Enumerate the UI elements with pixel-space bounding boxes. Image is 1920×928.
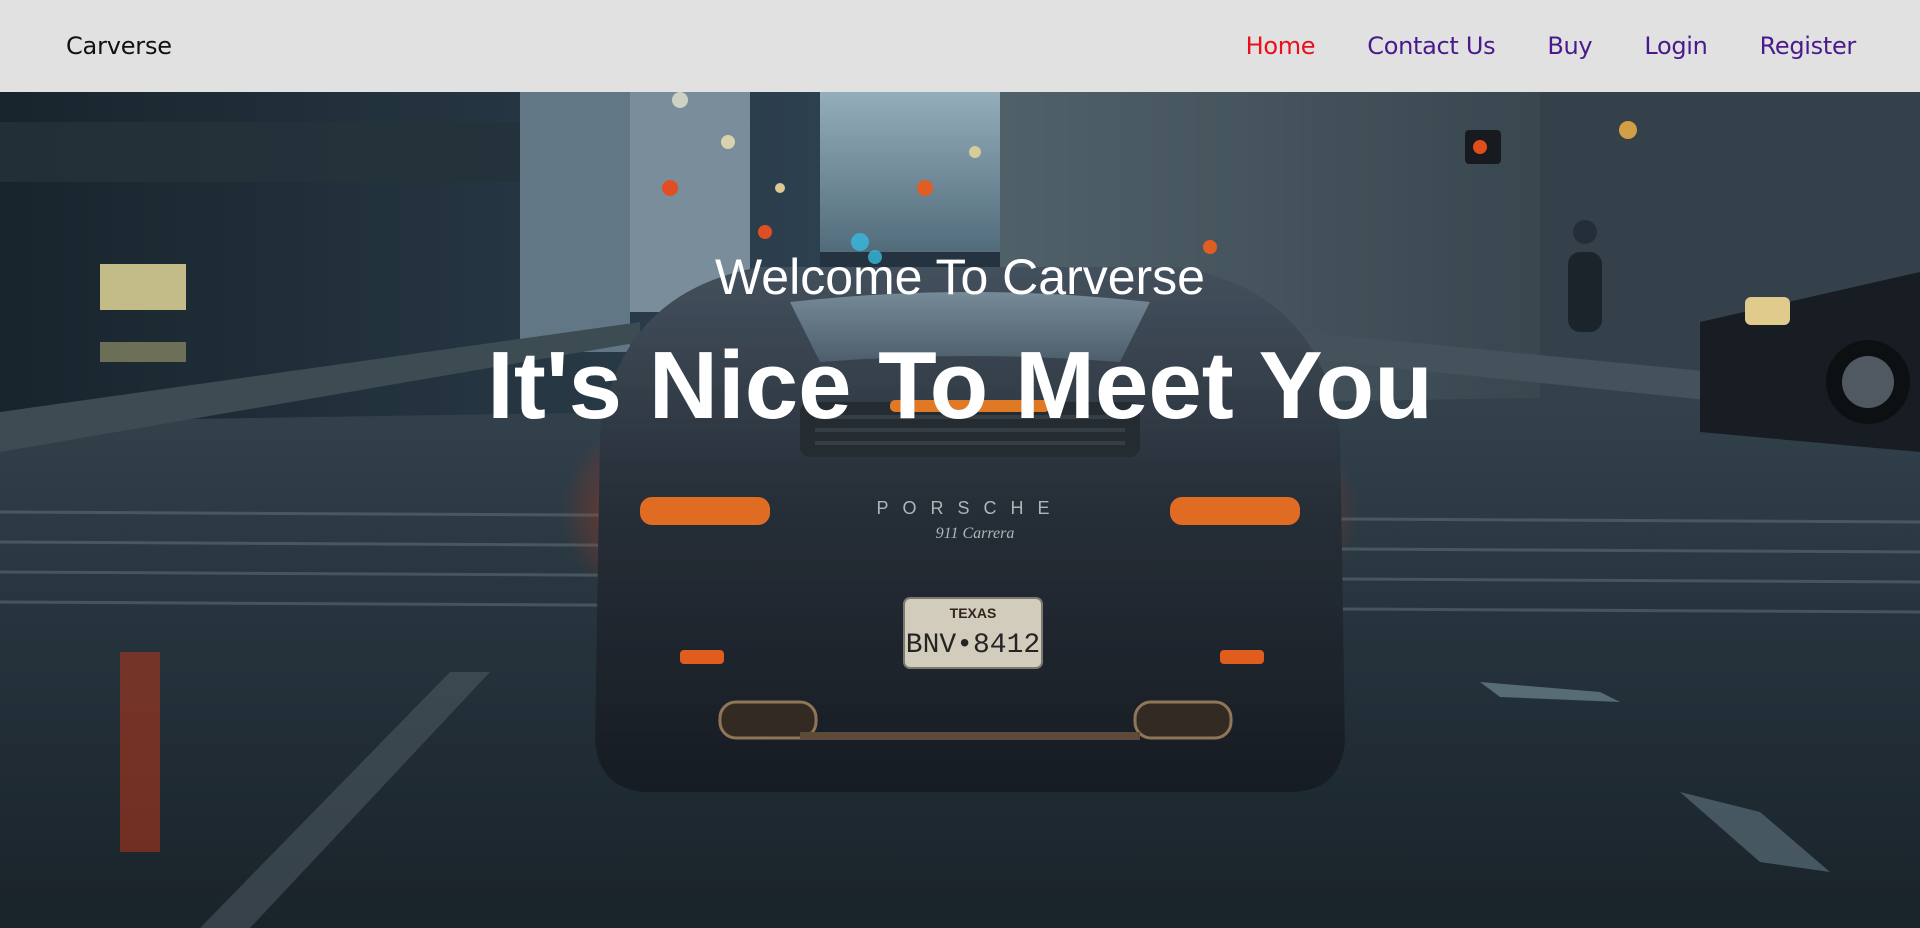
hero-car-photo: PORSCHE 911 Carrera TEXAS BNV•8412 [0, 92, 1920, 928]
nav-links: Home Contact Us Buy Login Register [1246, 32, 1857, 60]
top-navbar: Carverse Home Contact Us Buy Login Regis… [0, 0, 1920, 92]
hero-tagline-heading: It's Nice To Meet You [487, 332, 1433, 439]
hero-welcome-heading: Welcome To Carverse [715, 249, 1205, 305]
nav-link-buy[interactable]: Buy [1547, 32, 1592, 60]
hero-banner: PORSCHE 911 Carrera TEXAS BNV•8412 [0, 92, 1920, 928]
nav-link-login[interactable]: Login [1644, 32, 1708, 60]
brand-logo-link[interactable]: Carverse [66, 32, 172, 60]
nav-link-home[interactable]: Home [1246, 32, 1316, 60]
nav-link-register[interactable]: Register [1760, 32, 1857, 60]
nav-link-contact-us[interactable]: Contact Us [1367, 32, 1495, 60]
